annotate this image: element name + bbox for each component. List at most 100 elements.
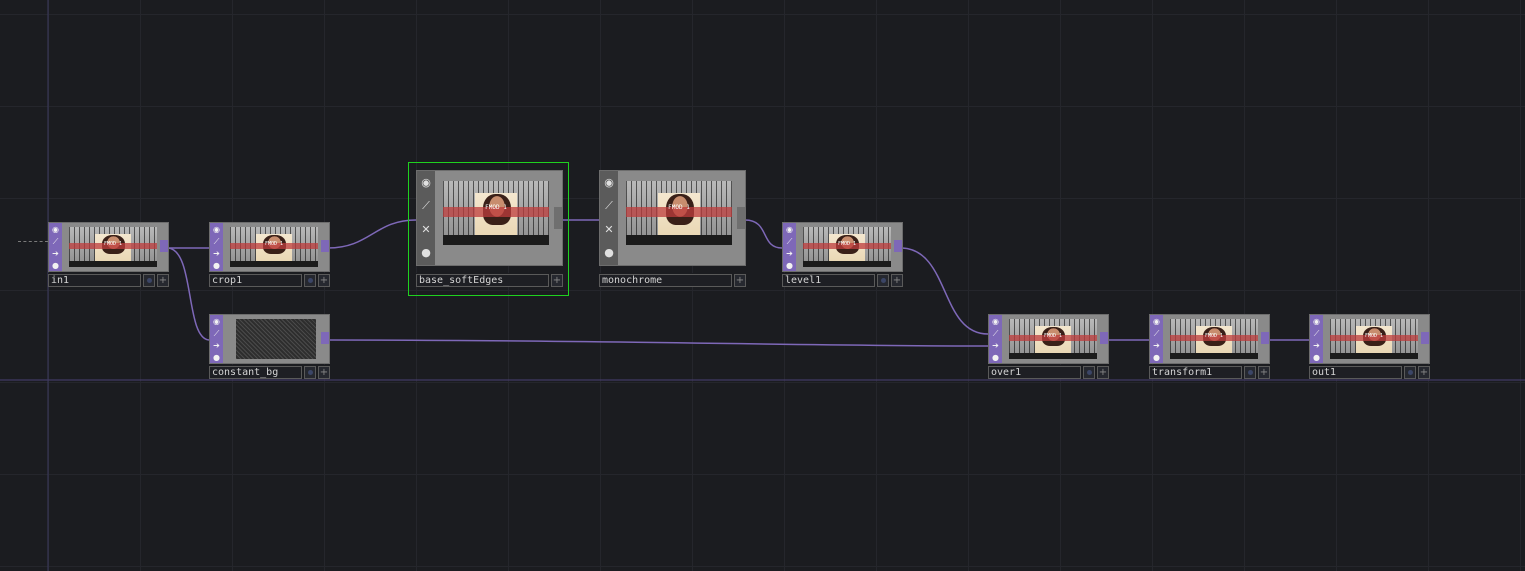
thumbnail-text: FMOD 1 bbox=[264, 241, 284, 248]
bypass-icon[interactable]: ⟋ bbox=[785, 237, 794, 246]
lock-icon[interactable]: ● bbox=[212, 261, 221, 270]
viewer-icon[interactable]: ◉ bbox=[785, 225, 794, 234]
viewer-icon[interactable]: ◉ bbox=[1152, 317, 1161, 326]
add-icon[interactable]: + bbox=[1258, 365, 1270, 379]
lock-icon[interactable]: ● bbox=[1312, 353, 1321, 362]
output-connector[interactable] bbox=[737, 207, 745, 229]
bypass-icon[interactable]: ⟋ bbox=[212, 237, 221, 246]
node-thumbnail: FMOD 1 bbox=[443, 181, 549, 245]
lock-icon[interactable]: ● bbox=[785, 261, 794, 270]
output-connector[interactable] bbox=[554, 207, 562, 229]
node-buttons: ◉ ⟋ ➔ ● bbox=[989, 315, 1002, 363]
node-thumbnail bbox=[236, 319, 316, 359]
node-transform1[interactable]: ◉ ⟋ ➔ ● FMOD 1 transform1 + bbox=[1149, 314, 1270, 380]
wire-monochrome-level1 bbox=[744, 219, 783, 249]
lock-icon[interactable]: ● bbox=[51, 261, 60, 270]
viewer-icon[interactable]: ◉ bbox=[1312, 317, 1321, 326]
thumbnail-text: FMOD 1 bbox=[1043, 333, 1063, 340]
lock-icon[interactable]: ● bbox=[603, 247, 615, 259]
node-out1[interactable]: ◉ ⟋ ➔ ● FMOD 1 out1 + bbox=[1309, 314, 1430, 380]
output-connector[interactable] bbox=[160, 240, 168, 252]
network-editor-canvas[interactable]: ◉ ⟋ ➔ ● FMOD 1 in1 + ◉ ⟋ ➔ ● FMOD 1 crop… bbox=[0, 0, 1525, 571]
bypass-icon[interactable]: ⟋ bbox=[991, 329, 1000, 338]
node-name[interactable]: in1 bbox=[48, 273, 141, 287]
bypass-icon[interactable]: ⟋ bbox=[1152, 329, 1161, 338]
display-flag-icon[interactable] bbox=[1083, 365, 1095, 379]
cook-icon[interactable]: ➔ bbox=[51, 249, 60, 258]
add-icon[interactable]: + bbox=[1418, 365, 1430, 379]
close-icon[interactable]: ✕ bbox=[420, 223, 432, 236]
node-in1[interactable]: ◉ ⟋ ➔ ● FMOD 1 in1 + bbox=[48, 222, 169, 288]
node-thumbnail: FMOD 1 bbox=[1009, 319, 1097, 359]
output-connector[interactable] bbox=[1100, 332, 1108, 344]
viewer-icon[interactable]: ◉ bbox=[212, 225, 221, 234]
node-constant_bg[interactable]: ◉ ⟋ ➔ ● constant_bg + bbox=[209, 314, 330, 380]
bypass-icon[interactable]: ⟋ bbox=[420, 200, 432, 212]
bypass-icon[interactable]: ⟋ bbox=[603, 200, 615, 212]
node-over1[interactable]: ◉ ⟋ ➔ ● FMOD 1 over1 + bbox=[988, 314, 1109, 380]
cook-icon[interactable]: ➔ bbox=[785, 249, 794, 258]
bypass-icon[interactable]: ⟋ bbox=[1312, 329, 1321, 338]
node-name[interactable]: crop1 bbox=[209, 273, 302, 287]
add-icon[interactable]: + bbox=[318, 273, 330, 287]
display-flag-icon[interactable] bbox=[1404, 365, 1416, 379]
lock-icon[interactable]: ● bbox=[991, 353, 1000, 362]
close-icon[interactable]: ✕ bbox=[603, 223, 615, 236]
thumbnail-text: FMOD 1 bbox=[103, 241, 123, 248]
viewer-icon[interactable]: ◉ bbox=[212, 317, 221, 326]
node-buttons: ◉ ⟋ ➔ ● bbox=[783, 223, 796, 271]
node-buttons: ◉ ⟋ ➔ ● bbox=[49, 223, 62, 271]
add-icon[interactable]: + bbox=[551, 273, 563, 287]
add-icon[interactable]: + bbox=[318, 365, 330, 379]
display-flag-icon[interactable] bbox=[304, 273, 316, 287]
cook-icon[interactable]: ➔ bbox=[212, 249, 221, 258]
bypass-icon[interactable]: ⟋ bbox=[212, 329, 221, 338]
display-flag-icon[interactable] bbox=[877, 273, 889, 287]
output-connector[interactable] bbox=[321, 240, 329, 252]
display-flag-icon[interactable] bbox=[143, 273, 155, 287]
display-flag-icon[interactable] bbox=[304, 365, 316, 379]
output-connector[interactable] bbox=[1261, 332, 1269, 344]
output-connector[interactable] bbox=[1421, 332, 1429, 344]
wire-crop1-base_softEdges bbox=[327, 219, 417, 249]
node-name[interactable]: base_softEdges bbox=[416, 273, 549, 287]
cook-icon[interactable]: ➔ bbox=[1152, 341, 1161, 350]
lock-icon[interactable]: ● bbox=[420, 247, 432, 259]
node-monochrome[interactable]: ◉ ⟋ ✕ ● FMOD 1 monochrome + bbox=[599, 170, 746, 290]
node-name[interactable]: constant_bg bbox=[209, 365, 302, 379]
viewer-icon[interactable]: ◉ bbox=[603, 176, 615, 189]
output-connector[interactable] bbox=[321, 332, 329, 344]
node-name[interactable]: out1 bbox=[1309, 365, 1402, 379]
node-name[interactable]: transform1 bbox=[1149, 365, 1242, 379]
lock-icon[interactable]: ● bbox=[212, 353, 221, 362]
node-name[interactable]: level1 bbox=[782, 273, 875, 287]
wire-in1-constant_bg bbox=[167, 247, 210, 341]
node-thumbnail: FMOD 1 bbox=[1330, 319, 1418, 359]
bypass-icon[interactable]: ⟋ bbox=[51, 237, 60, 246]
display-flag-icon[interactable] bbox=[1244, 365, 1256, 379]
cook-icon[interactable]: ➔ bbox=[991, 341, 1000, 350]
node-thumbnail: FMOD 1 bbox=[626, 181, 732, 245]
node-name[interactable]: monochrome bbox=[599, 273, 732, 287]
node-buttons: ◉ ⟋ ➔ ● bbox=[1310, 315, 1323, 363]
node-base_softEdges[interactable]: ◉ ⟋ ✕ ● FMOD 1 base_softEdges + bbox=[416, 170, 563, 290]
node-buttons: ◉ ⟋ ✕ ● bbox=[600, 171, 618, 265]
wire-constant_bg-over1 bbox=[327, 339, 989, 347]
viewer-icon[interactable]: ◉ bbox=[51, 225, 60, 234]
node-crop1[interactable]: ◉ ⟋ ➔ ● FMOD 1 crop1 + bbox=[209, 222, 330, 288]
thumbnail-text: FMOD 1 bbox=[668, 204, 690, 212]
output-connector[interactable] bbox=[894, 240, 902, 252]
cook-icon[interactable]: ➔ bbox=[212, 341, 221, 350]
node-thumbnail: FMOD 1 bbox=[69, 227, 157, 267]
add-icon[interactable]: + bbox=[1097, 365, 1109, 379]
viewer-icon[interactable]: ◉ bbox=[991, 317, 1000, 326]
add-icon[interactable]: + bbox=[734, 273, 746, 287]
add-icon[interactable]: + bbox=[157, 273, 169, 287]
add-icon[interactable]: + bbox=[891, 273, 903, 287]
node-name[interactable]: over1 bbox=[988, 365, 1081, 379]
wire-level1-over1 bbox=[901, 247, 989, 335]
viewer-icon[interactable]: ◉ bbox=[420, 176, 432, 189]
lock-icon[interactable]: ● bbox=[1152, 353, 1161, 362]
node-level1[interactable]: ◉ ⟋ ➔ ● FMOD 1 level1 + bbox=[782, 222, 903, 288]
cook-icon[interactable]: ➔ bbox=[1312, 341, 1321, 350]
